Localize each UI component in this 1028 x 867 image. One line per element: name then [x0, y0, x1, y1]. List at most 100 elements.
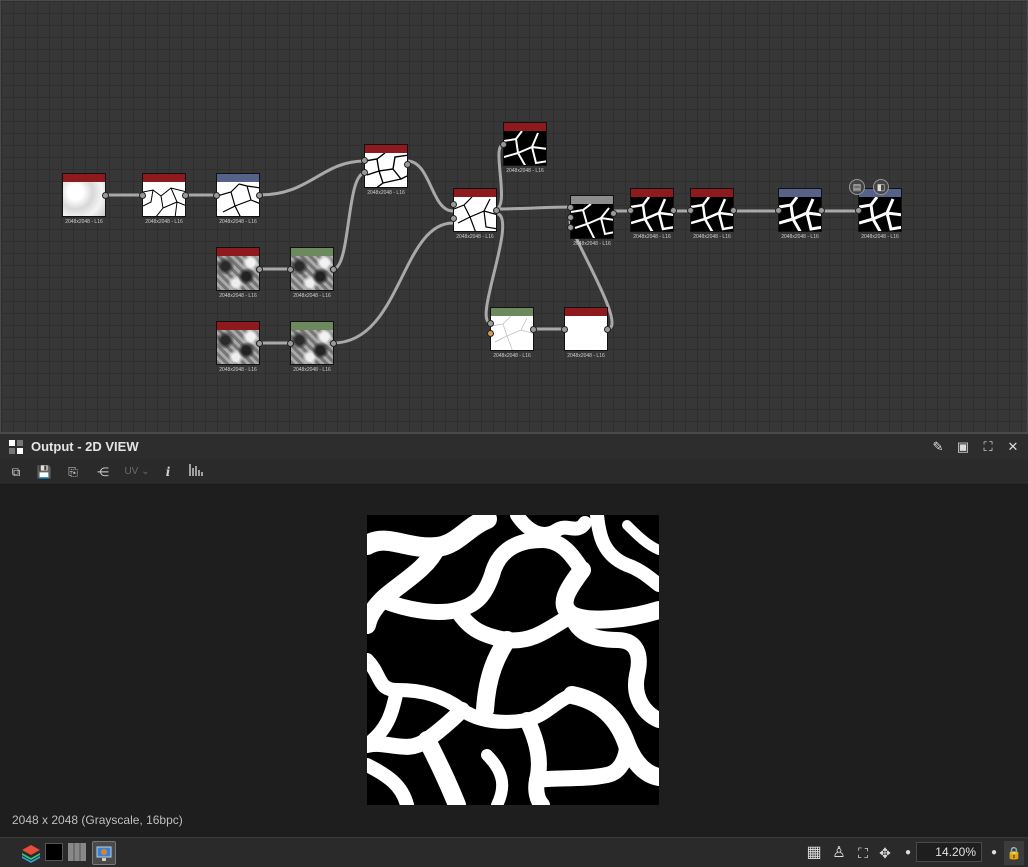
human-scale-icon[interactable]: ♙	[828, 842, 850, 864]
output-port[interactable]	[256, 266, 263, 273]
channels-icon[interactable]	[68, 843, 86, 861]
node-caption: 2048x2048 - L16	[145, 219, 183, 225]
graph-node[interactable]: 2048x2048 - L16	[487, 307, 537, 359]
node-header	[779, 189, 821, 197]
input-port[interactable]	[287, 266, 294, 273]
node-header	[365, 145, 407, 153]
layers-icon[interactable]	[20, 842, 42, 864]
input-port[interactable]	[450, 201, 457, 208]
output-port[interactable]	[256, 340, 263, 347]
graph-node[interactable]: 2048x2048 - L16 ▤ ◧	[849, 179, 902, 240]
input-port[interactable]	[361, 157, 368, 164]
input-port[interactable]	[561, 326, 568, 333]
graph-node[interactable]: 2048x2048 - L16	[561, 307, 611, 359]
node-caption: 2048x2048 - L16	[567, 353, 605, 359]
node-caption: 2048x2048 - L16	[65, 219, 103, 225]
background-color-swatch[interactable]	[45, 843, 63, 861]
display-mode-icon[interactable]	[92, 841, 116, 865]
node-thumbnail	[291, 330, 333, 364]
node-header	[631, 189, 673, 197]
graph-node[interactable]: 2048x2048 - L16	[216, 247, 263, 299]
graph-node[interactable]: 2048x2048 - L16	[216, 321, 263, 373]
graph-node[interactable]: 2048x2048 - L16	[627, 188, 677, 240]
input-port[interactable]	[567, 224, 574, 231]
output-port[interactable]	[404, 161, 411, 168]
output-port[interactable]	[670, 207, 677, 214]
graph-node[interactable]: 2048x2048 - L16	[62, 173, 109, 225]
input-port[interactable]	[487, 320, 494, 327]
input-port[interactable]	[487, 330, 494, 337]
restore-icon[interactable]: ▣	[954, 438, 972, 456]
graph-node[interactable]: 2048x2048 - L16	[500, 122, 547, 174]
graph-node[interactable]: 2048x2048 - L16	[287, 321, 337, 373]
output-port[interactable]	[530, 326, 537, 333]
input-port[interactable]	[567, 204, 574, 211]
wire	[332, 171, 366, 271]
graph-node[interactable]: 2048x2048 - L16	[450, 188, 500, 240]
maximize-icon[interactable]: ⛶	[979, 438, 997, 456]
view-2d-viewport[interactable]: 2048 x 2048 (Grayscale, 16bpc)	[0, 485, 1028, 837]
output-port[interactable]	[610, 210, 617, 217]
input-port[interactable]	[855, 207, 862, 214]
input-port[interactable]	[627, 207, 634, 214]
input-port[interactable]	[500, 141, 507, 148]
graph-node[interactable]: 2048x2048 - L16	[361, 144, 411, 196]
node-caption: 2048x2048 - L16	[633, 234, 671, 240]
input-port[interactable]	[139, 192, 146, 199]
zoom-in-icon[interactable]: ●	[983, 842, 1005, 864]
panel-header: Output - 2D VIEW ✎ ▣ ⛶ ✕	[0, 433, 1028, 459]
output-port[interactable]	[102, 192, 109, 199]
close-icon[interactable]: ✕	[1004, 438, 1022, 456]
info-icon[interactable]: i	[158, 462, 178, 482]
input-port[interactable]	[450, 215, 457, 222]
input-port[interactable]	[775, 207, 782, 214]
panel-title: Output - 2D VIEW	[31, 439, 139, 454]
node-caption: 2048x2048 - L16	[367, 190, 405, 196]
output-port[interactable]	[493, 207, 500, 214]
input-port[interactable]	[287, 340, 294, 347]
output-port[interactable]	[330, 340, 337, 347]
lock-icon[interactable]: 🔒	[1004, 841, 1024, 865]
uv-dropdown[interactable]: UV ⌄	[120, 462, 154, 482]
input-port[interactable]	[213, 192, 220, 199]
graph-node[interactable]: 2048x2048 - L16	[213, 173, 263, 225]
input-port[interactable]	[687, 207, 694, 214]
fit-view-icon[interactable]: ⛶	[852, 842, 874, 864]
output-port[interactable]	[330, 266, 337, 273]
graph-node[interactable]: 2048x2048 - L16	[567, 195, 617, 247]
node-header	[565, 308, 607, 316]
clipboard-icon[interactable]: ⎘	[63, 462, 83, 482]
copy-view-icon[interactable]: ⧉	[6, 462, 26, 482]
texture-preview[interactable]	[367, 515, 659, 805]
node-graph[interactable]: 2048x2048 - L16 2048x2048 - L16 2048x204…	[0, 0, 1028, 433]
node-thumbnail	[565, 316, 607, 350]
pan-icon[interactable]: ✥	[874, 842, 896, 864]
output-node-doc-icon[interactable]: ▤	[849, 179, 865, 195]
graph-node[interactable]: 2048x2048 - L16	[139, 173, 189, 225]
graph-node[interactable]: 2048x2048 - L16	[775, 188, 825, 240]
view-2d-icon	[9, 440, 23, 454]
histogram-icon[interactable]	[186, 462, 206, 482]
grid-icon[interactable]: ▦	[803, 842, 825, 864]
output-port[interactable]	[818, 207, 825, 214]
input-port[interactable]	[567, 214, 574, 221]
node-thumbnail	[217, 330, 259, 364]
zoom-level-field[interactable]: 14.20%	[916, 842, 982, 862]
pin-icon[interactable]: ✎	[929, 438, 947, 456]
save-icon[interactable]: 💾	[34, 462, 54, 482]
view-toolbar: ⧉ 💾 ⎘ ⋲ UV ⌄ i	[0, 459, 1028, 485]
node-caption: 2048x2048 - L16	[861, 234, 899, 240]
output-port[interactable]	[604, 326, 611, 333]
output-node-view-icon[interactable]: ◧	[873, 179, 889, 195]
input-port[interactable]	[361, 169, 368, 176]
node-thumbnail	[631, 197, 673, 231]
graph-node[interactable]: 2048x2048 - L16	[687, 188, 737, 240]
output-port[interactable]	[256, 192, 263, 199]
node-header	[217, 322, 259, 330]
share-icon[interactable]: ⋲	[93, 462, 113, 482]
output-port[interactable]	[730, 207, 737, 214]
node-thumbnail	[859, 197, 901, 231]
graph-node[interactable]: 2048x2048 - L16	[287, 247, 337, 299]
node-thumbnail	[63, 182, 105, 216]
output-port[interactable]	[182, 192, 189, 199]
